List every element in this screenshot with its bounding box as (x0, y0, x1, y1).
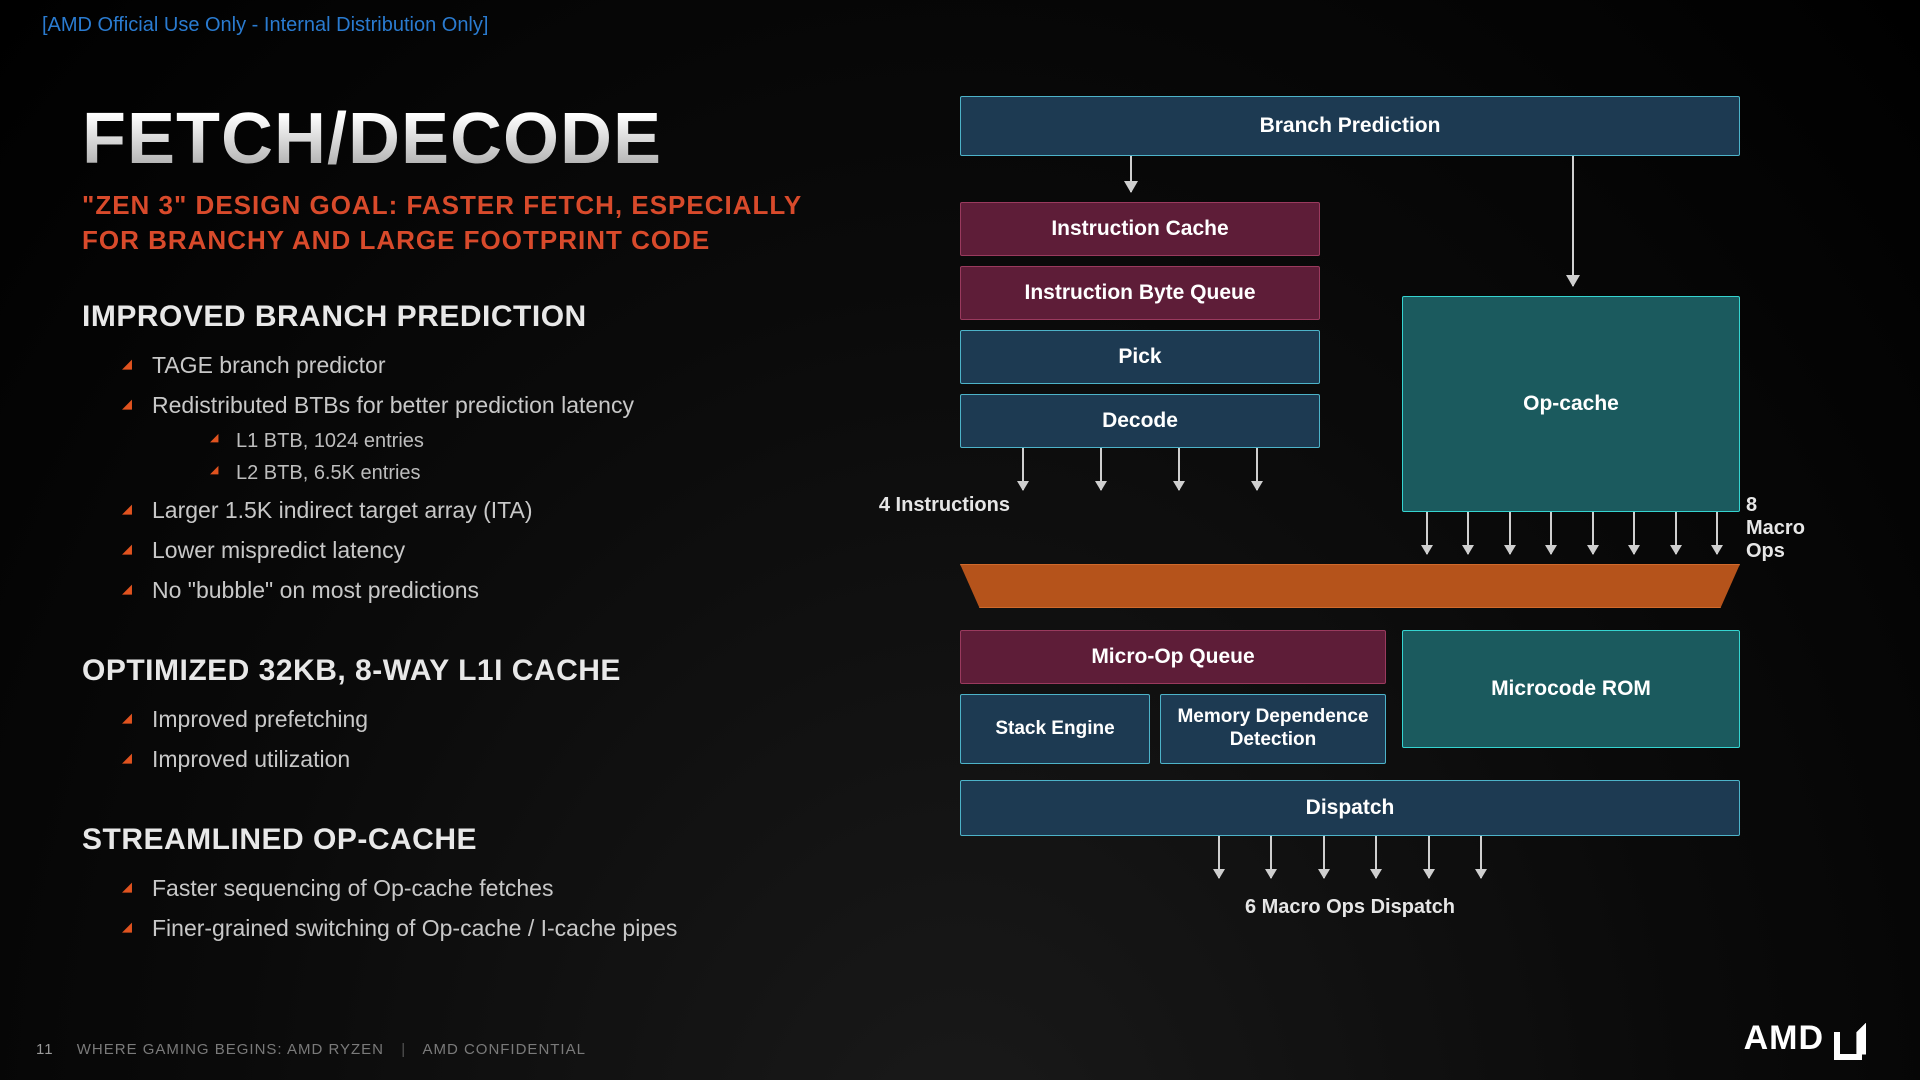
box-branch-prediction: Branch Prediction (960, 96, 1740, 156)
box-op-cache: Op-cache (1402, 296, 1740, 512)
bullet: Larger 1.5K indirect target array (ITA) (122, 493, 842, 529)
box-microcode-rom: Microcode ROM (1402, 630, 1740, 748)
section-l1i-cache: OPTIMIZED 32KB, 8-WAY L1I CACHE Improved… (82, 654, 842, 777)
slide-subtitle: "ZEN 3" DESIGN GOAL: FASTER FETCH, ESPEC… (82, 188, 802, 258)
slide-footer: 11 WHERE GAMING BEGINS: AMD RYZEN | AMD … (36, 1041, 586, 1058)
section-heading: IMPROVED BRANCH PREDICTION (82, 300, 842, 334)
title-block: FETCH/DECODE "ZEN 3" DESIGN GOAL: FASTER… (82, 98, 802, 258)
arrow-row-decode (1022, 448, 1258, 490)
box-mem-dependence: Memory Dependence Detection (1160, 694, 1386, 764)
sub-bullet: L2 BTB, 6.5K entries (210, 457, 842, 489)
footer-text-b: AMD CONFIDENTIAL (422, 1041, 586, 1058)
subtitle-line-1: "ZEN 3" DESIGN GOAL: FASTER FETCH, ESPEC… (82, 190, 802, 220)
box-mux (960, 564, 1740, 608)
amd-logo-text: AMD (1744, 1019, 1824, 1058)
section-heading: OPTIMIZED 32KB, 8-WAY L1I CACHE (82, 654, 842, 688)
label-8-macro-ops: 8 Macro Ops (1746, 494, 1805, 563)
slide-title: FETCH/DECODE (82, 98, 802, 180)
footer-separator: | (401, 1041, 406, 1058)
arrow-row-opcache (1426, 512, 1718, 554)
box-pick: Pick (960, 330, 1320, 384)
box-ibq: Instruction Byte Queue (960, 266, 1320, 320)
section-op-cache: STREAMLINED OP-CACHE Faster sequencing o… (82, 823, 842, 946)
bullet: Improved utilization (122, 742, 842, 778)
bullet: Redistributed BTBs for better prediction… (122, 388, 842, 490)
section-branch-prediction: IMPROVED BRANCH PREDICTION TAGE branch p… (82, 300, 842, 608)
box-stack-engine: Stack Engine (960, 694, 1150, 764)
bullet: Faster sequencing of Op-cache fetches (122, 871, 842, 907)
text-content: IMPROVED BRANCH PREDICTION TAGE branch p… (82, 300, 842, 993)
label-6-macro-ops-dispatch: 6 Macro Ops Dispatch (960, 896, 1740, 919)
amd-logo: AMD (1744, 1019, 1866, 1058)
bullet-text: Redistributed BTBs for better prediction… (152, 392, 634, 418)
arrow-icon (1130, 156, 1132, 192)
footer-text-a: WHERE GAMING BEGINS: AMD RYZEN (77, 1041, 384, 1058)
confidentiality-banner: [AMD Official Use Only - Internal Distri… (42, 14, 488, 37)
amd-logo-mark-icon (1834, 1023, 1866, 1055)
bullet: Finer-grained switching of Op-cache / I-… (122, 911, 842, 947)
page-number: 11 (36, 1041, 54, 1058)
arrow-row-dispatch (1218, 836, 1482, 878)
box-instruction-cache: Instruction Cache (960, 202, 1320, 256)
bullet: TAGE branch predictor (122, 348, 842, 384)
box-micro-op-queue: Micro-Op Queue (960, 630, 1386, 684)
box-decode: Decode (960, 394, 1320, 448)
bullet: Lower mispredict latency (122, 533, 842, 569)
bullet: Improved prefetching (122, 702, 842, 738)
label-4-instructions: 4 Instructions (850, 494, 1010, 517)
sub-bullet: L1 BTB, 1024 entries (210, 425, 842, 457)
arrow-icon (1572, 156, 1574, 286)
box-dispatch: Dispatch (960, 780, 1740, 836)
section-heading: STREAMLINED OP-CACHE (82, 823, 842, 857)
subtitle-line-2: FOR BRANCHY AND LARGE FOOTPRINT CODE (82, 225, 710, 255)
bullet: No "bubble" on most predictions (122, 573, 842, 609)
